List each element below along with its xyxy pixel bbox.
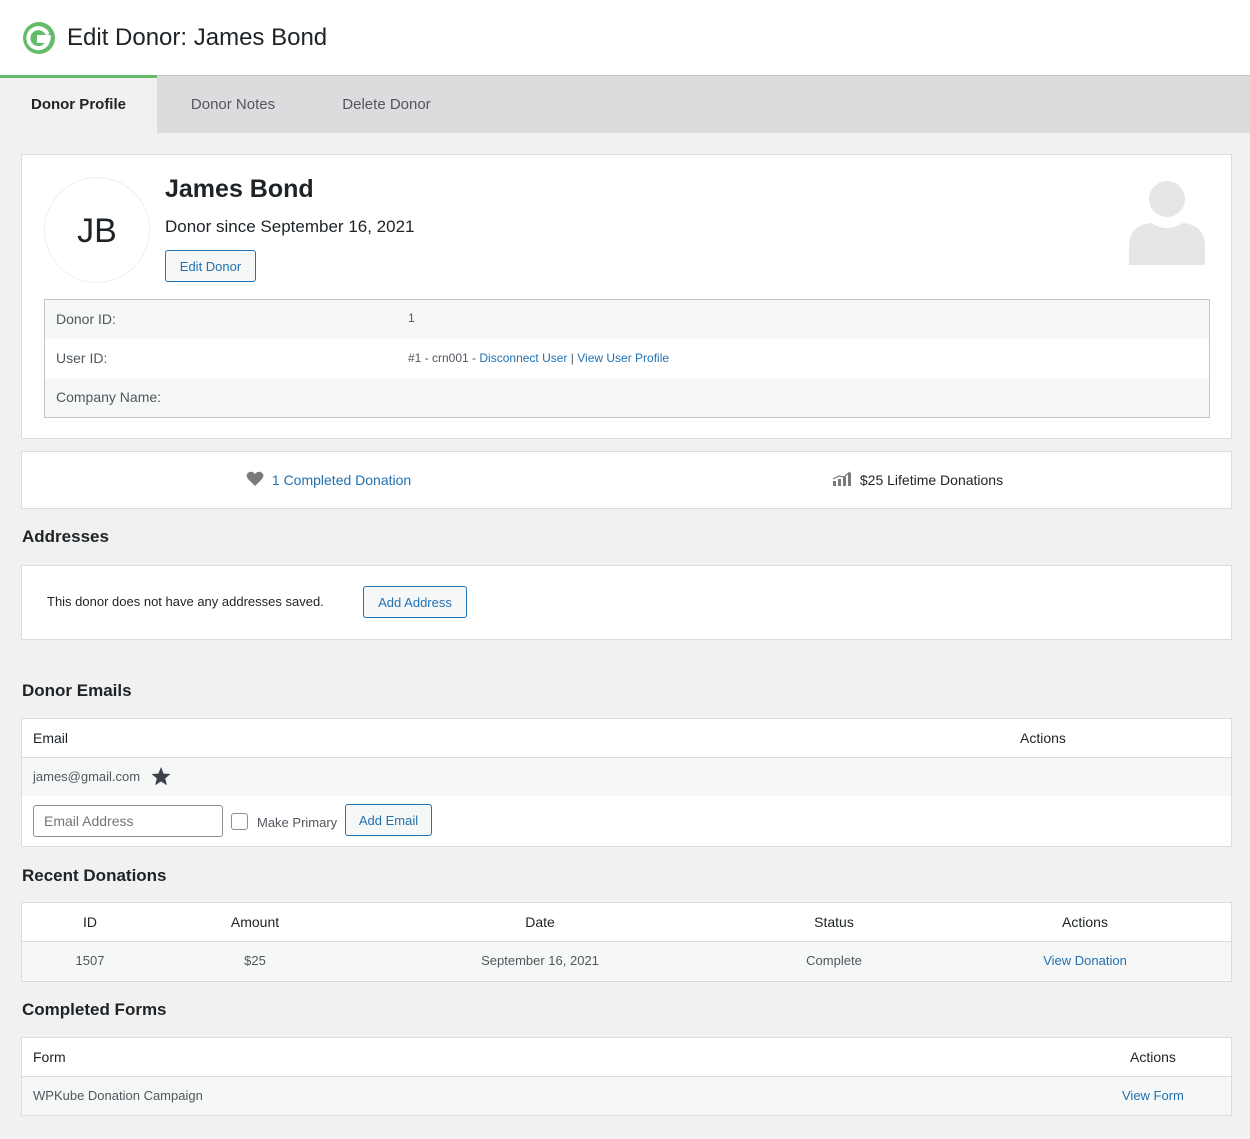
star-icon (151, 767, 171, 786)
user-id-row: User ID: #1 - crn001 - Disconnect User |… (45, 339, 1209, 378)
actions-column-header: Actions (1130, 1049, 1176, 1065)
table-row: WPKube Donation Campaign View Form (22, 1077, 1231, 1115)
donor-stats-card: 1 Completed Donation $25 Lifetime Donati… (21, 451, 1232, 509)
chart-icon (832, 471, 851, 486)
page-title: Edit Donor: James Bond (67, 24, 328, 51)
emails-table-header: Email Actions (22, 719, 1231, 758)
donor-profile-card: JB James Bond Donor since September 16, … (21, 154, 1232, 439)
tab-donor-profile[interactable]: Donor Profile (0, 75, 157, 134)
no-addresses-text: This donor does not have any addresses s… (47, 594, 324, 609)
donation-amount: $25 (244, 953, 266, 968)
lifetime-donations-stat: $25 Lifetime Donations (832, 452, 1003, 509)
donor-id-label: Donor ID: (56, 311, 116, 327)
link-separator: | (570, 351, 574, 365)
donation-status: Complete (806, 953, 862, 968)
make-primary-checkbox[interactable] (231, 813, 248, 830)
add-email-button[interactable]: Add Email (345, 804, 432, 836)
company-name-row: Company Name: (45, 378, 1209, 417)
lifetime-donations-text: $25 Lifetime Donations (859, 472, 1004, 488)
email-value: james@gmail.com (33, 769, 141, 784)
donor-emails-table: Email Actions james@gmail.com Make Prima… (21, 718, 1232, 847)
donor-since: Donor since September 16, 2021 (165, 217, 415, 236)
completed-forms-title: Completed Forms (22, 1000, 167, 1019)
donation-id: 1507 (75, 953, 105, 968)
user-id-text: #1 - crn001 - (408, 351, 477, 365)
recent-donations-table: ID Amount Date Status Actions 1507 $25 S… (21, 902, 1232, 982)
avatar: JB (44, 177, 150, 283)
tab-donor-notes[interactable]: Donor Notes (157, 76, 309, 134)
completed-donations-link[interactable]: 1 Completed Donation (272, 472, 411, 488)
email-row: james@gmail.com (22, 758, 1231, 796)
give-logo-icon (23, 22, 55, 54)
id-column-header: ID (83, 914, 97, 930)
add-email-row: Make Primary Add Email (22, 796, 1231, 846)
user-id-label: User ID: (56, 350, 108, 366)
company-name-label: Company Name: (56, 389, 162, 405)
tab-bar: Donor Profile Donor Notes Delete Donor (0, 75, 1250, 134)
donations-table-header: ID Amount Date Status Actions (22, 903, 1231, 942)
donor-info-table: Donor ID: 1 User ID: #1 - crn001 - Disco… (44, 299, 1210, 418)
heart-icon (246, 471, 264, 486)
donor-name: James Bond (165, 175, 314, 203)
addresses-title: Addresses (22, 527, 109, 546)
completed-donations-stat: 1 Completed Donation (246, 452, 411, 509)
add-address-button[interactable]: Add Address (363, 586, 467, 618)
amount-column-header: Amount (230, 914, 280, 930)
donor-emails-title: Donor Emails (22, 681, 132, 700)
actions-column-header: Actions (1062, 914, 1108, 930)
user-silhouette-icon (1129, 181, 1205, 265)
page-header: Edit Donor: James Bond (0, 0, 1250, 75)
user-id-value: #1 - crn001 - Disconnect User | View Use… (408, 339, 669, 378)
email-column-header: Email (33, 730, 69, 746)
donation-date: September 16, 2021 (481, 953, 599, 968)
edit-donor-button[interactable]: Edit Donor (165, 250, 256, 282)
email-address-input[interactable] (33, 805, 223, 837)
actions-column-header: Actions (1020, 730, 1066, 746)
view-donation-link[interactable]: View Donation (1015, 942, 1155, 980)
addresses-card: This donor does not have any addresses s… (21, 565, 1232, 640)
date-column-header: Date (525, 914, 555, 930)
disconnect-user-link[interactable]: Disconnect User (479, 351, 567, 365)
recent-donations-title: Recent Donations (22, 866, 167, 885)
donor-id-row: Donor ID: 1 (45, 300, 1209, 339)
view-form-link[interactable]: View Form (1122, 1077, 1184, 1115)
make-primary-label: Make Primary (257, 815, 338, 830)
form-name: WPKube Donation Campaign (33, 1088, 203, 1103)
donor-id-value: 1 (408, 311, 415, 325)
form-column-header: Form (33, 1049, 66, 1065)
status-column-header: Status (814, 914, 854, 930)
forms-table-header: Form Actions (22, 1038, 1231, 1077)
view-user-profile-link[interactable]: View User Profile (577, 351, 669, 365)
completed-forms-table: Form Actions WPKube Donation Campaign Vi… (21, 1037, 1232, 1116)
tab-delete-donor[interactable]: Delete Donor (309, 76, 464, 134)
table-row: 1507 $25 September 16, 2021 Complete Vie… (22, 942, 1231, 980)
